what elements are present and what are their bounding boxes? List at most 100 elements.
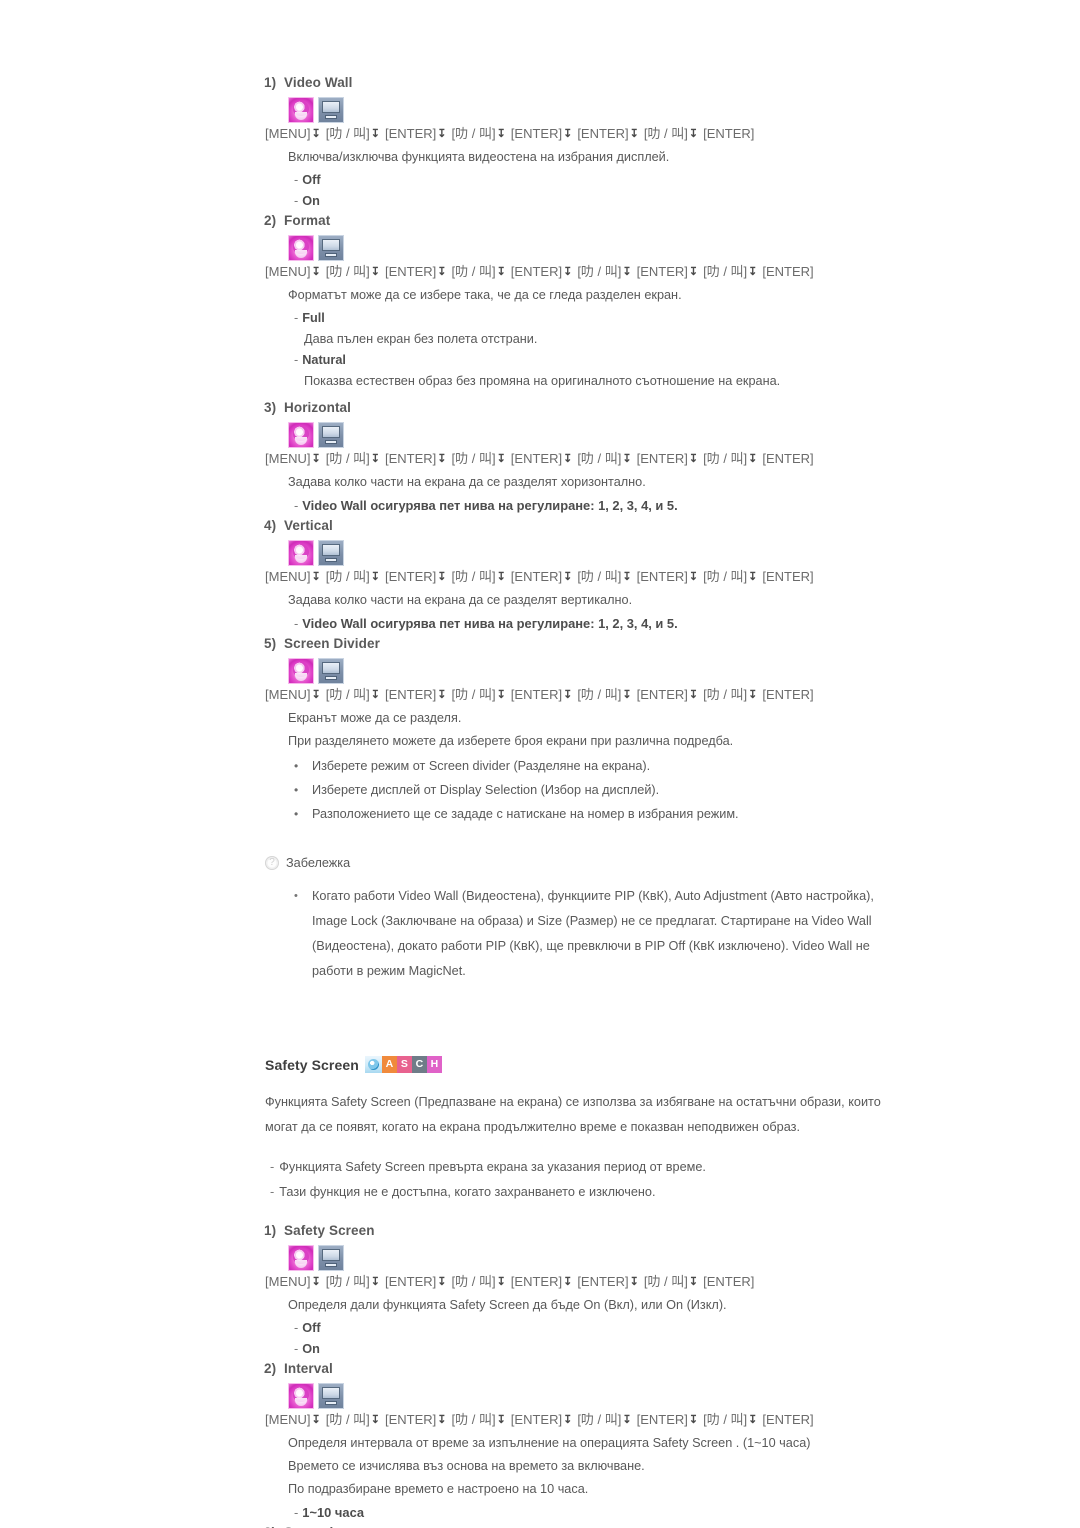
item-number: 1): [264, 1223, 277, 1238]
key-updown: [叻 / 叫]: [325, 451, 370, 466]
monitor-osd-icon: [318, 97, 344, 123]
arrow-icon: ↧: [496, 1276, 506, 1288]
key-enter: [ENTER]: [510, 1274, 563, 1289]
key-updown: [叻 / 叫]: [325, 264, 370, 279]
arrow-icon: ↧: [370, 1276, 380, 1288]
option-off: - Off: [294, 173, 321, 187]
section-vertical: 4) Vertical [MENU]↧ [叻 / 叫]↧ [ENTER]↧ [叻 / 叫…: [264, 517, 904, 635]
arrow-icon: ↧: [311, 1276, 321, 1288]
option-label: Full: [302, 311, 325, 325]
arrow-icon: ↧: [563, 1414, 573, 1426]
safety-screen-dash-1: - Функцията Safety Screen превърта екрана…: [270, 1160, 706, 1174]
monitor-osd-icon: [318, 1245, 344, 1271]
arrow-icon: ↧: [748, 453, 758, 465]
page-title: Safety Screen: [265, 1056, 359, 1073]
item-bold-note: - Video Wall осигурява пет нива на регули…: [294, 616, 678, 631]
icon-pair: [288, 95, 904, 123]
key-enter: [ENTER]: [577, 126, 629, 141]
remote-control-icon: [288, 422, 314, 448]
icon-pair: [288, 1381, 904, 1409]
item-bold-note: - Video Wall осигурява пет нива на регули…: [294, 498, 678, 513]
key-updown: [叻 / 叫]: [325, 1412, 370, 1427]
item-description: Задава колко части на екрана да се разде…: [288, 475, 646, 489]
arrow-icon: ↧: [370, 128, 380, 140]
key-enter: [ENTER]: [636, 569, 688, 584]
arrow-icon: ↧: [563, 266, 573, 278]
arrow-icon: ↧: [437, 689, 447, 701]
option-label: Off: [302, 1321, 321, 1335]
key-enter: [ENTER]: [510, 264, 563, 279]
item-description: Определя интервала от време за изпълнени…: [288, 1436, 811, 1450]
arrow-icon: ↧: [622, 266, 632, 278]
arrow-icon: ↧: [496, 1414, 506, 1426]
item-label: Horizontal: [284, 400, 351, 415]
arrow-icon: ↧: [370, 689, 380, 701]
monitor-osd-icon: [318, 235, 344, 261]
monitor-osd-icon: [318, 422, 344, 448]
monitor-osd-icon: [318, 540, 344, 566]
item-description: Екранът може да се разделя.: [288, 711, 462, 725]
key-enter: [ENTER]: [762, 1412, 814, 1427]
arrow-icon: ↧: [688, 1414, 699, 1426]
monitor-osd-icon: [318, 658, 344, 684]
key-enter: [ENTER]: [703, 1274, 755, 1289]
arrow-icon: ↧: [563, 128, 573, 140]
arrow-icon: ↧: [748, 266, 758, 278]
arrow-icon: ↧: [622, 1414, 632, 1426]
key-menu: [MENU]: [265, 264, 311, 279]
key-updown: [叻 / 叫]: [703, 264, 748, 279]
key-enter: [ENTER]: [510, 1412, 563, 1427]
remote-control-icon: [288, 1245, 314, 1271]
note-header: Забележка: [265, 855, 904, 870]
arrow-icon: ↧: [437, 1276, 447, 1288]
key-menu: [MENU]: [265, 126, 311, 141]
arrow-icon: ↧: [563, 1276, 573, 1288]
arrow-icon: ↧: [622, 571, 632, 583]
key-sequence-video-wall: [MENU]↧ [叻 / 叫]↧ [ENTER]↧ [叻 / 叫]↧ [ENTER]↧[…: [265, 124, 904, 144]
arrow-icon: ↧: [563, 571, 573, 583]
item-heading-screen-divider: 5) Screen Divider: [264, 635, 904, 653]
section-safety-screen-toggle: 1) Safety Screen [MENU]↧ [叻 / 叫]↧ [ENTER]↧[…: [264, 1222, 904, 1360]
list-item: • Изберете дисплей от Display Selection (…: [294, 778, 904, 802]
badge-s: S: [396, 1056, 412, 1073]
remote-control-icon: [288, 97, 314, 123]
icon-pair: [288, 420, 904, 448]
key-updown: [叻 / 叫]: [451, 451, 496, 466]
item-heading-vertical: 4) Vertical: [264, 517, 904, 535]
item-number: 1): [264, 75, 277, 90]
arrow-icon: ↧: [496, 128, 506, 140]
item-description-2: Времето се изчислява въз основа на време…: [288, 1459, 645, 1473]
arrow-icon: ↧: [629, 1276, 639, 1288]
arrow-icon: ↧: [622, 689, 632, 701]
key-updown: [叻 / 叫]: [451, 569, 496, 584]
bullet-icon: •: [294, 890, 298, 902]
option-label: On: [302, 1342, 320, 1356]
document-content: 1) Video Wall [MENU]↧ [叻 / 叫]↧ [ENTER]↧ [叻 /…: [264, 74, 904, 1528]
item-description-3: По подразбиране времето е настроено на 1…: [288, 1482, 589, 1496]
arrow-icon: ↧: [437, 128, 447, 140]
key-updown: [叻 / 叫]: [577, 451, 622, 466]
option-label: Natural: [302, 353, 346, 367]
key-enter: [ENTER]: [762, 451, 814, 466]
icon-pair: [288, 233, 904, 261]
section-second: 3)Second [MENU]↧[叻 / 叫]↧[ENTER]↧[叻 / 叫]↧…: [264, 1524, 904, 1528]
item-number: 3): [264, 1524, 284, 1528]
arrow-icon: ↧: [370, 453, 380, 465]
remote-control-icon: [288, 540, 314, 566]
badge-h: H: [426, 1056, 442, 1073]
option-on: - On: [294, 1342, 320, 1356]
icon-pair: [288, 538, 904, 566]
note-text: Когато работи Video Wall (Видеостена), ф…: [312, 889, 874, 978]
arrow-icon: ↧: [437, 571, 447, 583]
option-full: - Full: [294, 311, 325, 325]
key-updown: [叻 / 叫]: [577, 687, 622, 702]
key-sequence-vertical: [MENU]↧ [叻 / 叫]↧ [ENTER]↧ [叻 / 叫]↧ [ENTER]↧[…: [265, 567, 904, 587]
key-updown: [叻 / 叫]: [577, 569, 622, 584]
key-enter: [ENTER]: [510, 687, 563, 702]
key-updown: [叻 / 叫]: [451, 1274, 496, 1289]
item-label: Format: [284, 213, 331, 228]
key-enter: [ENTER]: [385, 126, 437, 141]
item-description: Задава колко части на екрана да се разде…: [288, 593, 633, 607]
bullet-text: Изберете дисплей от Display Selection (И…: [312, 783, 660, 797]
key-sequence-horizontal: [MENU]↧ [叻 / 叫]↧ [ENTER]↧ [叻 / 叫]↧ [ENTER]↧[…: [265, 449, 904, 469]
